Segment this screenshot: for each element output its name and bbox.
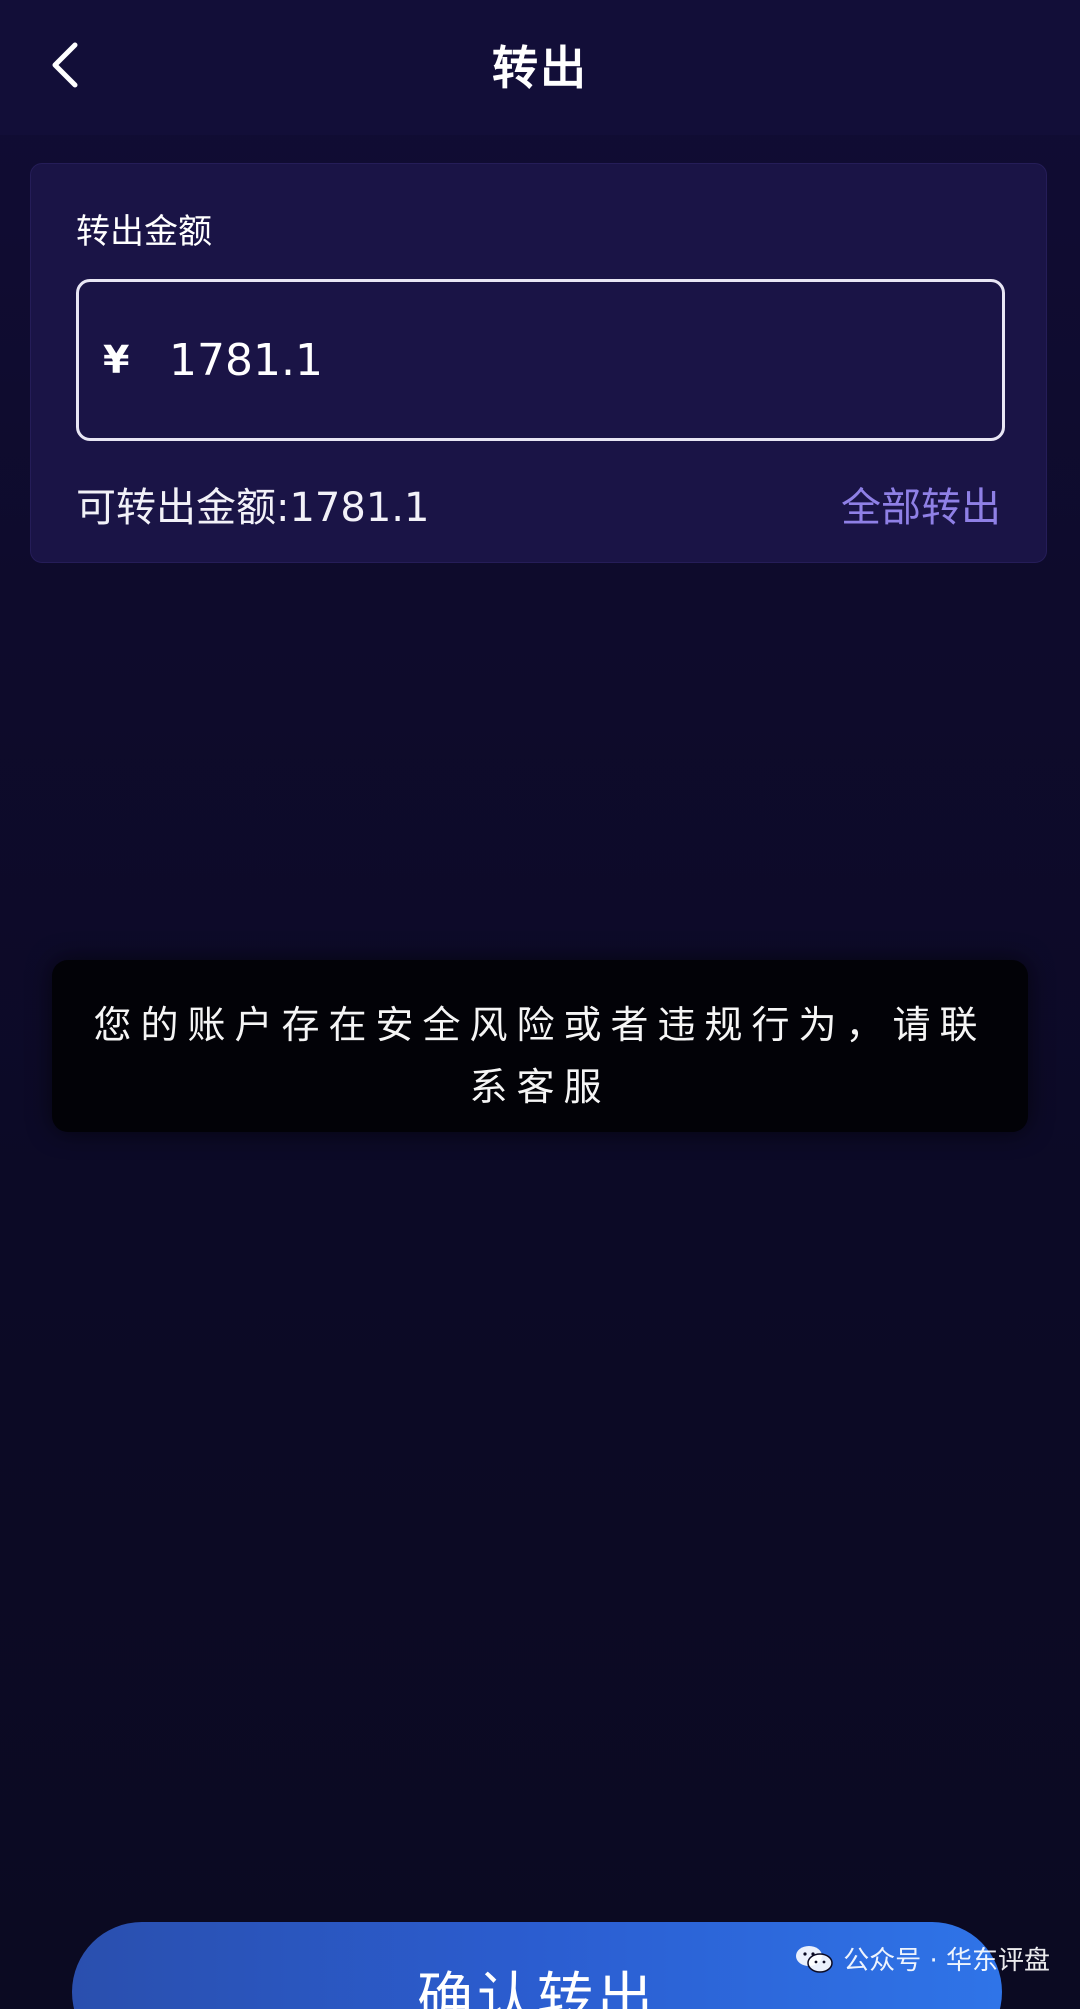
available-amount-value: 1781.1 — [289, 485, 430, 531]
amount-label: 转出金额 — [76, 212, 212, 252]
available-row: 可转出金额:1781.1 全部转出 — [76, 469, 1001, 531]
currency-symbol: ¥ — [103, 338, 130, 382]
amount-field[interactable]: ¥ — [76, 279, 1005, 441]
available-amount: 可转出金额:1781.1 — [76, 475, 429, 533]
page: 转出 转出金额 ¥ 可转出金额:1781.1 全部转出 您的账户存在安全风险或者… — [0, 0, 1080, 2009]
watermark-text: 公众号 · 华东评盘 — [843, 1946, 1050, 1976]
watermark: 公众号 · 华东评盘 — [795, 1940, 1050, 1977]
toast-message: 您的账户存在安全风险或者违规行为，请联系客服 — [93, 1003, 987, 1109]
header-bar: 转出 — [0, 0, 1080, 135]
available-amount-label: 可转出金额: — [76, 485, 290, 531]
transfer-card: 转出金额 ¥ 可转出金额:1781.1 全部转出 — [30, 163, 1047, 563]
error-toast: 您的账户存在安全风险或者违规行为，请联系客服 — [52, 960, 1028, 1132]
transfer-all-link[interactable]: 全部转出 — [841, 475, 1001, 533]
amount-input[interactable] — [167, 333, 951, 387]
page-title: 转出 — [492, 41, 588, 95]
wechat-icon — [796, 1945, 833, 1973]
